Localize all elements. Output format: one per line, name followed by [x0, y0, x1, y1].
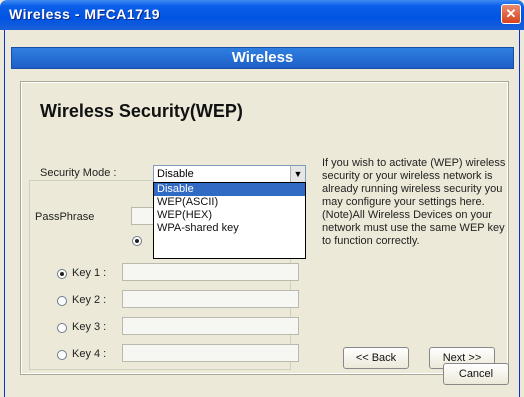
- wireless-banner: Wireless: [11, 47, 514, 69]
- option-wep-hex[interactable]: WEP(HEX): [154, 209, 305, 222]
- close-button[interactable]: ✕: [501, 4, 521, 24]
- security-mode-value: Disable: [157, 168, 194, 180]
- security-panel: Wireless Security(WEP) Security Mode : D…: [20, 81, 509, 375]
- title-bar: Wireless - MFCA1719 ✕: [0, 0, 524, 30]
- key4-label: Key 4 :: [72, 348, 107, 360]
- option-disable[interactable]: Disable: [154, 183, 305, 196]
- security-mode-dropdown: Disable WEP(ASCII) WEP(HEX) WPA-shared k…: [153, 182, 306, 259]
- close-icon: ✕: [505, 6, 517, 21]
- option-wpa-shared-key[interactable]: WPA-shared key: [154, 222, 305, 235]
- option-wep-ascii[interactable]: WEP(ASCII): [154, 196, 305, 209]
- key3-input[interactable]: [122, 317, 299, 335]
- passphrase-radio[interactable]: [132, 236, 142, 246]
- security-mode-label: Security Mode :: [40, 167, 117, 179]
- key3-label: Key 3 :: [72, 321, 107, 333]
- key1-input[interactable]: [122, 263, 299, 281]
- key3-radio[interactable]: [57, 323, 67, 333]
- page-title: Wireless Security(WEP): [40, 101, 243, 121]
- cancel-button[interactable]: Cancel: [443, 363, 509, 385]
- key2-radio[interactable]: [57, 296, 67, 306]
- chevron-down-icon[interactable]: ▼: [290, 166, 305, 182]
- key2-input[interactable]: [122, 290, 299, 308]
- back-button[interactable]: << Back: [343, 347, 409, 369]
- key2-label: Key 2 :: [72, 294, 107, 306]
- key1-radio[interactable]: [57, 269, 67, 279]
- window-title: Wireless - MFCA1719: [9, 6, 160, 22]
- help-text: If you wish to activate (WEP) wireless s…: [322, 157, 506, 247]
- key4-input[interactable]: [122, 344, 299, 362]
- key4-radio[interactable]: [57, 350, 67, 360]
- key1-label: Key 1 :: [72, 267, 107, 279]
- passphrase-label: PassPhrase: [35, 211, 95, 223]
- security-mode-select[interactable]: Disable ▼: [153, 165, 306, 183]
- dialog-body: Wireless Wireless Security(WEP) Security…: [4, 30, 520, 397]
